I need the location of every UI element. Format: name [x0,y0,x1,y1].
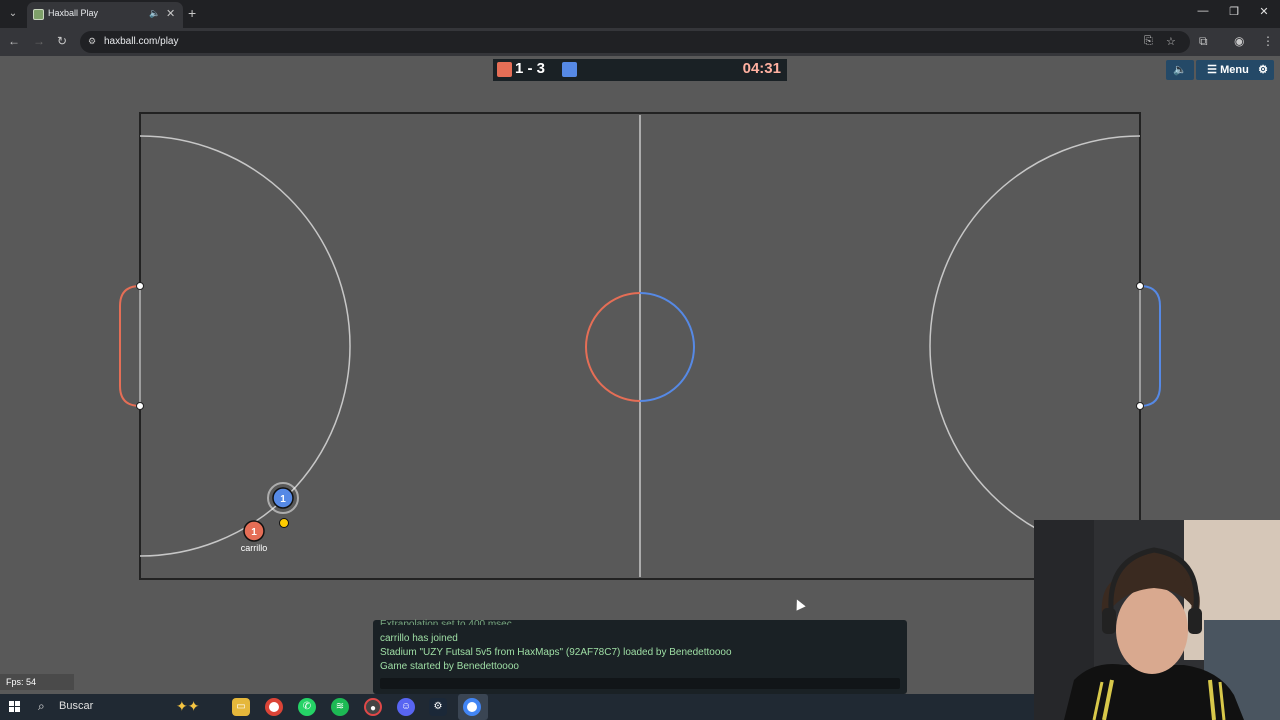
right-penalty-arc [929,135,1141,557]
recorder-icon[interactable]: ● [364,698,382,716]
scoreboard: 1 - 3 04:31 [493,59,787,81]
profile-icon[interactable]: ◉ [1234,34,1244,48]
chrome-active-icon[interactable] [463,698,481,716]
site-info-icon[interactable]: ⚙ [88,36,96,47]
taskbar: ⌕ Buscar ✦✦ ▭ ✆ ≋ ● ☺ ⚙ [0,694,1034,720]
chat-input[interactable] [380,678,900,689]
discord-icon[interactable]: ☺ [397,698,415,716]
url-text[interactable]: haxball.com/play [104,36,178,47]
back-icon[interactable]: ← [6,34,22,48]
center-circle-blue [639,292,695,402]
score-text: 1 - 3 [515,60,546,77]
chat-line: carrillo has joined [380,633,458,644]
webcam-overlay [1034,520,1280,720]
fps-counter: Fps: 54 [0,674,74,690]
blue-player-number: 1 [280,494,286,505]
forward-icon[interactable]: → [31,34,47,48]
center-circle-red [585,292,641,402]
blue-team-icon [562,62,577,77]
windows-start-icon[interactable] [9,701,21,713]
chrome-icon[interactable] [265,698,283,716]
extensions-icon[interactable]: ⧉ [1199,34,1208,49]
goal-post [1136,282,1144,290]
tab-title: Haxball Play [48,8,99,18]
browser-tab[interactable]: Haxball Play 🔈 ✕ [27,2,183,28]
tab-search-icon[interactable]: ⌄ [4,5,22,23]
player-name-label: carrillo [240,543,268,553]
speaker-icon[interactable]: 🔈 [1166,60,1194,80]
haxball-favicon-icon [33,9,44,20]
red-team-icon [497,62,512,77]
goal-post [136,282,144,290]
whatsapp-icon[interactable]: ✆ [298,698,316,716]
audio-icon[interactable]: 🔈 [149,8,160,19]
browser-toolbar: ← → ↻ ⚙ haxball.com/play ⎘ ☆ ⧉ ◉ ⋮ [0,28,1280,56]
tab-bar: ⌄ Haxball Play 🔈 ✕ + — ❐ ✕ [0,0,1280,28]
match-timer: 04:31 [742,60,781,77]
taskbar-search[interactable]: Buscar [59,700,93,712]
copilot-icon[interactable]: ✦✦ [176,698,199,715]
red-player-number: 1 [251,527,257,538]
close-icon[interactable]: ✕ [166,7,175,20]
menu-button[interactable]: ☰ Menu [1196,60,1260,80]
goal-post [1136,402,1144,410]
restore-icon[interactable]: ❐ [1224,5,1244,18]
close-window-icon[interactable]: ✕ [1254,5,1274,18]
file-explorer-icon[interactable]: ▭ [232,698,250,716]
search-icon[interactable]: ⌕ [38,699,45,714]
chat-line: Game started by Benedettoooo [380,661,519,672]
ball [279,518,289,528]
goal-post [136,402,144,410]
red-goal [119,285,141,407]
star-icon[interactable]: ☆ [1166,35,1176,48]
left-penalty-arc [139,135,351,557]
webcam-feed [1034,520,1280,720]
address-bar[interactable]: ⚙ haxball.com/play ⎘ ☆ [80,31,1190,53]
kebab-icon[interactable]: ⋮ [1262,34,1274,48]
spotify-icon[interactable]: ≋ [331,698,349,716]
gear-icon[interactable]: ⚙ [1252,60,1274,80]
chat-line: Stadium "UZY Futsal 5v5 from HaxMaps" (9… [380,647,732,658]
steam-icon[interactable]: ⚙ [429,698,447,716]
blue-goal [1139,285,1161,407]
translate-icon[interactable]: ⎘ [1144,35,1153,48]
chat-box: Extrapolation set to 400 msec carrillo h… [373,619,907,694]
chat-line: Extrapolation set to 400 msec [380,619,512,630]
minimize-icon[interactable]: — [1193,5,1213,17]
new-tab-icon[interactable]: + [188,5,196,21]
reload-icon[interactable]: ↻ [54,34,70,48]
